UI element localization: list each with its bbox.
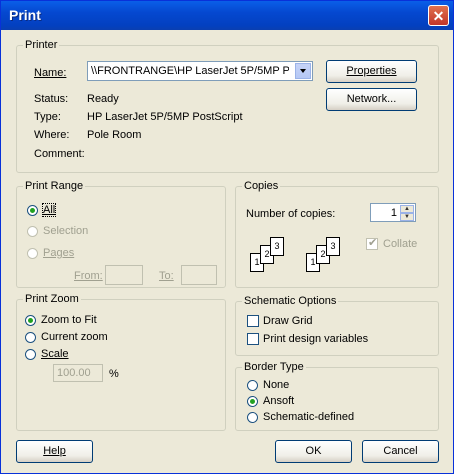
comment-label: Comment: xyxy=(34,148,85,160)
number-of-copies-label: Number of copies: xyxy=(246,208,336,220)
where-label: Where: xyxy=(34,129,70,141)
radio-all[interactable] xyxy=(27,205,38,216)
properties-button[interactable]: Properties xyxy=(326,60,417,83)
border-schematic-defined-label: Schematic-defined xyxy=(263,411,355,423)
printer-name-value: \\FRONTRANGE\HP LaserJet 5P/5MP Po xyxy=(91,65,289,77)
copies-value: 1 xyxy=(390,207,397,219)
close-icon: ✕ xyxy=(432,8,445,24)
all-label: All xyxy=(41,203,57,217)
help-button[interactable]: Help xyxy=(16,440,93,463)
radio-scale[interactable] xyxy=(25,349,36,360)
to-input[interactable] xyxy=(181,265,217,285)
copies-spinner[interactable]: 1 ▲ ▼ xyxy=(370,203,416,222)
page-icon: 3 xyxy=(326,237,340,256)
scale-input[interactable]: 100.00 xyxy=(53,364,103,382)
status-value: Ready xyxy=(87,93,119,105)
cancel-button[interactable]: Cancel xyxy=(362,440,439,463)
window-title: Print xyxy=(9,7,41,23)
radio-zoom-to-fit[interactable] xyxy=(25,315,36,326)
from-label: From: xyxy=(74,270,103,282)
page-icon: 3 xyxy=(270,237,284,256)
ok-button[interactable]: OK xyxy=(275,440,352,463)
zoom-to-fit-label: Zoom to Fit xyxy=(41,314,97,326)
border-ansoft-label: Ansoft xyxy=(263,395,295,407)
type-label: Type: xyxy=(34,111,61,123)
border-type-legend: Border Type xyxy=(242,361,306,373)
print-zoom-legend: Print Zoom xyxy=(23,293,81,305)
radio-border-schematic-defined[interactable] xyxy=(247,412,258,423)
selection-label: Selection xyxy=(43,225,89,237)
radio-border-none[interactable] xyxy=(247,380,258,391)
network-button[interactable]: Network... xyxy=(326,88,417,111)
schematic-options-group: Schematic Options xyxy=(235,295,439,356)
type-value: HP LaserJet 5P/5MP PostScript xyxy=(87,111,243,123)
status-label: Status: xyxy=(34,93,69,105)
radio-current-zoom[interactable] xyxy=(25,332,36,343)
pages-label: Pages xyxy=(43,247,75,259)
print-dialog: Print ✕ Printer Name: \\FRONTRANGE\HP La… xyxy=(0,0,454,474)
close-button[interactable]: ✕ xyxy=(428,5,449,26)
scale-unit-label: % xyxy=(109,368,119,380)
collate-checkbox[interactable]: ✔ xyxy=(366,237,378,250)
draw-grid-label: Draw Grid xyxy=(263,315,313,327)
radio-border-ansoft[interactable] xyxy=(247,396,258,407)
print-range-legend: Print Range xyxy=(23,180,86,192)
from-input[interactable] xyxy=(105,265,143,285)
collate-label: Collate xyxy=(383,238,418,250)
scale-label: Scale xyxy=(41,348,69,360)
border-none-label: None xyxy=(263,379,290,391)
current-zoom-label: Current zoom xyxy=(41,331,108,343)
draw-grid-checkbox[interactable] xyxy=(247,315,259,327)
print-design-variables-label: Print design variables xyxy=(263,333,369,345)
printer-name-select[interactable]: \\FRONTRANGE\HP LaserJet 5P/5MP Po xyxy=(87,61,313,81)
caret-up-icon[interactable]: ▲ xyxy=(400,205,414,213)
radio-selection[interactable] xyxy=(27,226,38,237)
to-label: To: xyxy=(159,270,174,282)
where-value: Pole Room xyxy=(87,129,142,141)
print-design-variables-checkbox[interactable] xyxy=(247,333,259,345)
caret-down-icon[interactable]: ▼ xyxy=(400,213,414,221)
chevron-down-icon[interactable] xyxy=(295,63,311,79)
copies-legend: Copies xyxy=(242,180,281,192)
radio-pages[interactable] xyxy=(27,248,38,259)
schematic-options-legend: Schematic Options xyxy=(242,295,339,307)
name-label: Name: xyxy=(34,67,67,79)
printer-legend: Printer xyxy=(23,39,60,51)
collate-pages-icon: 1 2 3 1 2 3 xyxy=(250,237,360,277)
title-bar[interactable]: Print ✕ xyxy=(1,1,453,30)
